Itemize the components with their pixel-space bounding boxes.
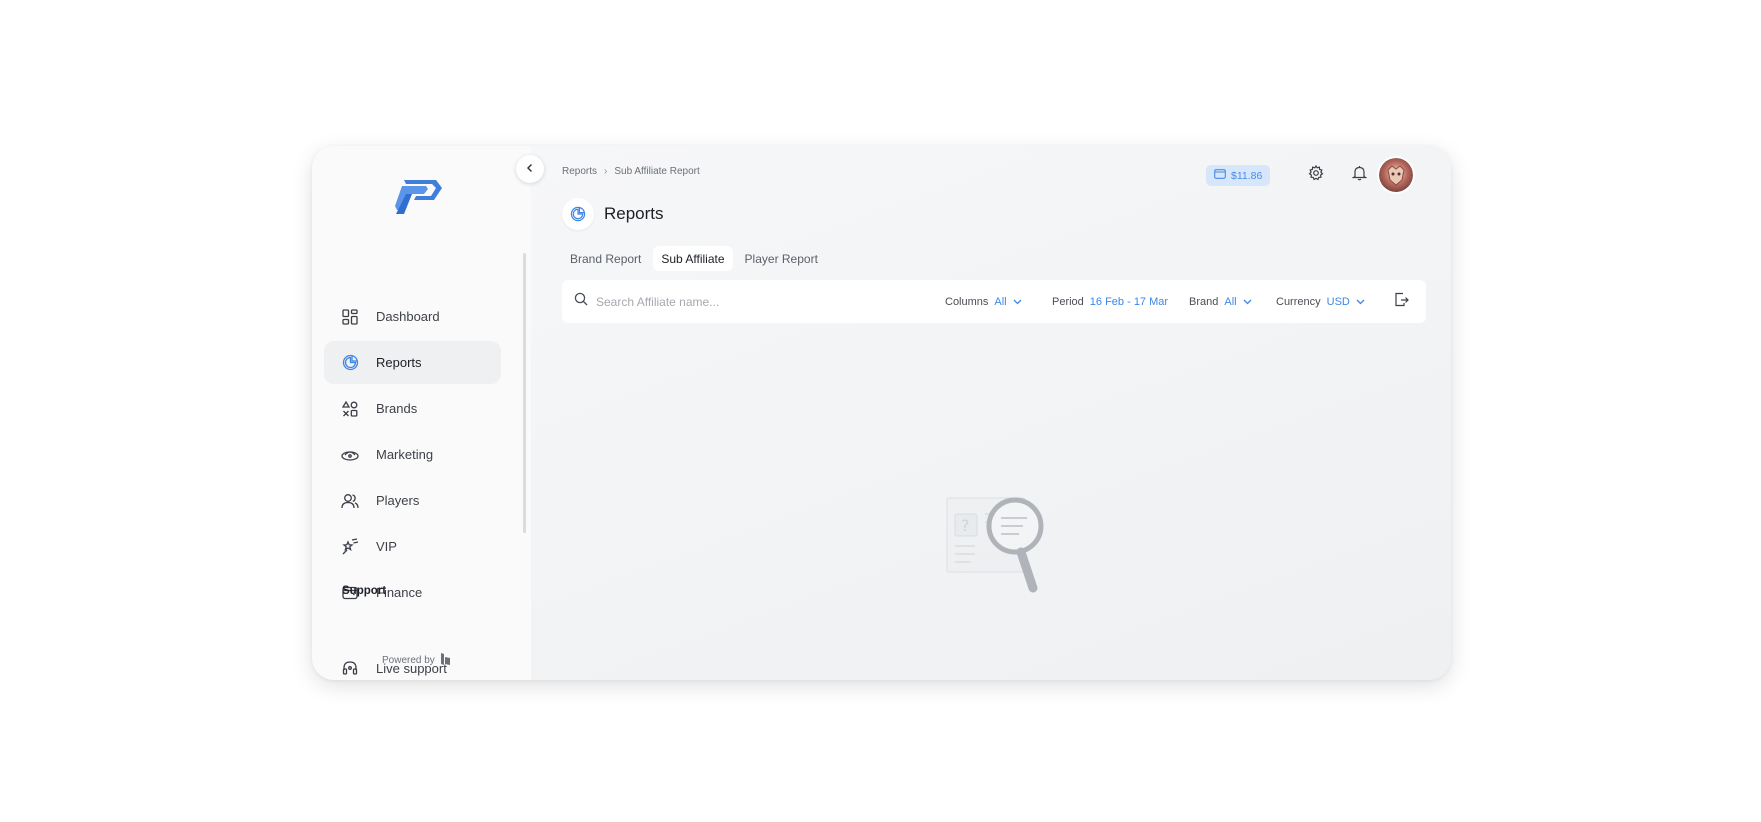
bell-icon <box>1351 165 1367 186</box>
sidebar-item-label: Players <box>376 493 420 508</box>
sidebar-item-marketing[interactable]: Marketing <box>324 433 501 476</box>
export-icon <box>1394 292 1409 312</box>
powered-by: Powered by <box>382 652 452 669</box>
reports-icon <box>562 198 594 230</box>
breadcrumb: Reports › Sub Affiliate Report <box>562 166 700 177</box>
columns-filter[interactable]: Columns All <box>945 280 1022 323</box>
wallet-icon <box>1214 169 1226 182</box>
chevron-down-icon <box>1013 296 1022 308</box>
chevron-right-icon: › <box>604 166 608 177</box>
app-window: Dashboard Reports Brands Marketing Playe… <box>312 146 1451 680</box>
chevron-down-icon <box>1356 296 1365 308</box>
breadcrumb-item-current: Sub Affiliate Report <box>614 166 700 177</box>
columns-value: All <box>994 295 1007 308</box>
filter-toolbar: Columns All Period 16 Feb - 17 Mar Brand… <box>562 280 1426 323</box>
currency-label: Currency <box>1276 295 1321 308</box>
marketing-icon <box>341 446 359 464</box>
sidebar-item-label: Marketing <box>376 447 434 462</box>
sidebar-item-label: Brands <box>376 401 418 416</box>
notifications-button[interactable] <box>1349 165 1369 185</box>
players-icon <box>341 492 359 510</box>
currency-value: USD <box>1326 295 1350 308</box>
chevron-down-icon <box>1243 296 1252 308</box>
sidebar-item-dashboard[interactable]: Dashboard <box>324 295 501 338</box>
powered-by-logo-icon <box>440 652 452 669</box>
support-section-title: Support <box>342 585 387 597</box>
search-input[interactable] <box>596 294 846 309</box>
sidebar-item-vip[interactable]: VIP <box>324 525 501 568</box>
svg-text:?: ? <box>961 516 970 535</box>
search-box <box>574 280 846 323</box>
empty-state-magnifier-icon: ? <box>945 496 1057 598</box>
sidebar-scrollbar[interactable] <box>523 253 526 533</box>
period-filter[interactable]: Period 16 Feb - 17 Mar <box>1052 280 1168 323</box>
period-label: Period <box>1052 295 1084 308</box>
sidebar-item-label: Dashboard <box>376 309 440 324</box>
period-value: 16 Feb - 17 Mar <box>1089 295 1169 308</box>
page-header: Reports <box>562 198 664 230</box>
sidebar-item-brands[interactable]: Brands <box>324 387 501 430</box>
wallet-balance-badge[interactable]: $11.86 <box>1206 165 1271 186</box>
sidebar-item-players[interactable]: Players <box>324 479 501 522</box>
page-title: Reports <box>604 204 664 223</box>
vip-icon <box>341 538 359 556</box>
brand-value: All <box>1224 295 1237 308</box>
headset-icon <box>341 659 359 677</box>
report-tabs: Brand Report Sub Affiliate Player Report <box>562 246 826 271</box>
sidebar-item-reports[interactable]: Reports <box>324 341 501 384</box>
dashboard-icon <box>341 308 359 326</box>
sidebar-item-label: VIP <box>376 539 397 554</box>
brand-filter[interactable]: Brand All <box>1189 280 1252 323</box>
gear-icon <box>1308 164 1324 186</box>
chevron-left-icon <box>525 160 535 178</box>
brand-logo[interactable] <box>392 176 444 218</box>
currency-filter[interactable]: Currency USD <box>1276 280 1365 323</box>
tab-brand-report[interactable]: Brand Report <box>562 246 649 271</box>
tab-player-report[interactable]: Player Report <box>737 246 826 271</box>
breadcrumb-item-reports[interactable]: Reports <box>562 166 597 177</box>
sidebar: Dashboard Reports Brands Marketing Playe… <box>312 146 531 680</box>
user-avatar[interactable] <box>1379 158 1413 192</box>
brand-label: Brand <box>1189 295 1219 308</box>
brands-icon <box>341 400 359 418</box>
settings-button[interactable] <box>1306 164 1326 186</box>
reports-icon <box>341 354 359 372</box>
export-button[interactable] <box>1391 292 1411 312</box>
wallet-balance-value: $11.86 <box>1231 169 1263 182</box>
collapse-sidebar-button[interactable] <box>516 155 544 183</box>
search-icon <box>574 292 588 311</box>
sidebar-item-label: Reports <box>376 355 422 370</box>
tab-sub-affiliate[interactable]: Sub Affiliate <box>653 246 733 271</box>
columns-label: Columns <box>945 295 989 308</box>
main-content: Reports › Sub Affiliate Report $11.86 Re… <box>531 146 1451 680</box>
powered-by-label: Powered by <box>382 655 435 666</box>
